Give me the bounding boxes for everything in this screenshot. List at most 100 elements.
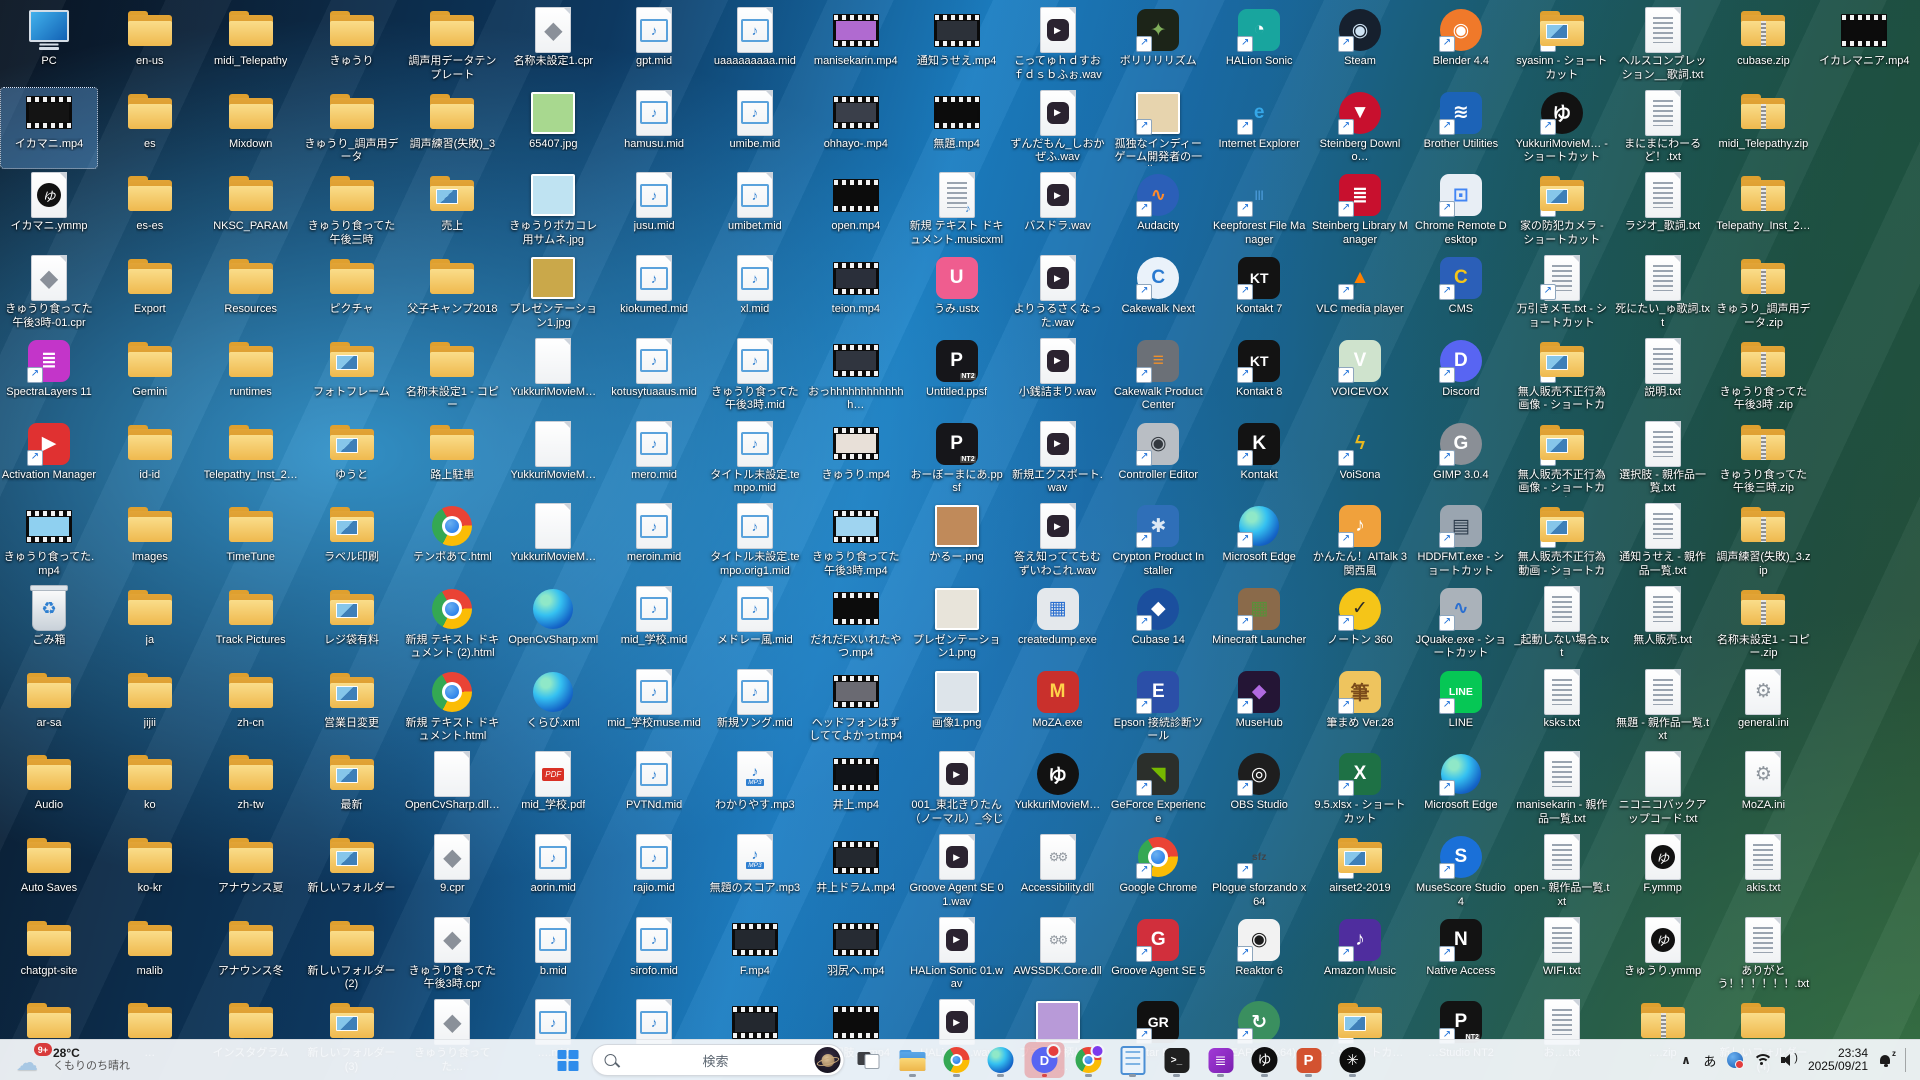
desktop-icon[interactable]: C↗CMS xyxy=(1413,253,1509,333)
powerpoint-button[interactable]: P xyxy=(1289,1042,1329,1078)
desktop-icon[interactable]: es-es xyxy=(102,170,198,250)
desktop-icon[interactable]: だれだFXいれたやつ.mp4 xyxy=(808,584,904,664)
edge-button[interactable] xyxy=(981,1042,1021,1078)
desktop-icon[interactable]: ♪タイトル未設定.tempo.orig1.mid xyxy=(707,501,803,581)
desktop-icon[interactable]: ar-sa xyxy=(1,667,97,747)
desktop-icon[interactable]: PC xyxy=(1,5,97,85)
desktop-icon[interactable]: Resources xyxy=(203,253,299,333)
desktop-icon[interactable]: ▦↗Minecraft Launcher xyxy=(1211,584,1307,664)
desktop-icon[interactable]: ◆名称未設定1.cpr xyxy=(505,5,601,85)
ime-indicator[interactable]: あ xyxy=(1703,1051,1717,1070)
desktop-icon[interactable]: ↗家の防犯カメラ - ショートカット xyxy=(1514,170,1610,250)
desktop-icon[interactable]: G↗GIMP 3.0.4 xyxy=(1413,419,1509,499)
desktop-icon[interactable]: きゅうり食ってた.mp4 xyxy=(1,501,97,581)
desktop-icon[interactable]: ◉↗Steam xyxy=(1312,5,1408,85)
desktop-icon[interactable]: ⚙general.ini xyxy=(1715,667,1811,747)
desktop-icon[interactable]: ◥↗GeForce Experience xyxy=(1110,749,1206,829)
desktop-icon[interactable]: Mixdown xyxy=(203,88,299,168)
desktop-icon[interactable]: ♪aorin.mid xyxy=(505,832,601,912)
desktop-icon[interactable]: 筆↗筆まめ Ver.28 xyxy=(1312,667,1408,747)
desktop-icon[interactable]: G↗Groove Agent SE 5 xyxy=(1110,915,1206,995)
desktop-icon[interactable]: ◆9.cpr xyxy=(404,832,500,912)
desktop-icon[interactable]: ▶こってゅｈｄすおｆｄｓｂふぉ.wav xyxy=(1010,5,1106,85)
desktop-icon[interactable]: ♪きゅうり食ってた午後3時.mid xyxy=(707,336,803,416)
desktop-icon[interactable]: runtimes xyxy=(203,336,299,416)
desktop-icon[interactable]: open.mp4 xyxy=(808,170,904,250)
desktop-icon[interactable]: 路上駐車 xyxy=(404,419,500,499)
desktop-icon[interactable]: Telepathy_Inst_2… xyxy=(203,419,299,499)
desktop-icon[interactable]: ゆF.ymmp xyxy=(1615,832,1711,912)
desktop-icon[interactable]: ◔↗HALion Sonic xyxy=(1211,5,1307,85)
desktop-icon[interactable]: きゅうり_調声用データ.zip xyxy=(1715,253,1811,333)
desktop-icon[interactable]: ♪meroin.mid xyxy=(606,501,702,581)
desktop-icon[interactable]: 井上.mp4 xyxy=(808,749,904,829)
desktop-icon[interactable]: Auto Saves xyxy=(1,832,97,912)
desktop-icon[interactable]: Uうみ.ustx xyxy=(909,253,1005,333)
desktop-icon[interactable]: 父子キャンプ2018 xyxy=(404,253,500,333)
desktop-icon[interactable]: ↗Google Chrome xyxy=(1110,832,1206,912)
desktop-icon[interactable]: 新規 テキスト ドキュメント.html xyxy=(404,667,500,747)
desktop-icon[interactable]: jijii xyxy=(102,667,198,747)
desktop-icon[interactable]: K↗Kontakt xyxy=(1211,419,1307,499)
desktop-icon[interactable]: ♪gpt.mid xyxy=(606,5,702,85)
desktop-icon[interactable]: midi_Telepathy.zip xyxy=(1715,88,1811,168)
desktop-icon[interactable]: ✦↗ポリリリリズム xyxy=(1110,5,1206,85)
desktop-icon[interactable]: ▶001_東北きりたん（ノーマル）_今じゃ… xyxy=(909,749,1005,829)
desktop-icon[interactable]: ゆうと xyxy=(304,419,400,499)
desktop-icon[interactable]: ラジオ_歌詞.txt xyxy=(1615,170,1711,250)
desktop-icon[interactable]: ♪rajio.mid xyxy=(606,832,702,912)
desktop-icon[interactable]: 売上 xyxy=(404,170,500,250)
desktop-icon[interactable]: 調声練習(失敗)_3 xyxy=(404,88,500,168)
desktop-icon[interactable]: OpenCvSharp.xml xyxy=(505,584,601,664)
desktop-icon[interactable]: PNT2Untitled.ppsf xyxy=(909,336,1005,416)
desktop-icon[interactable]: ▶HALion Sonic 01.wav xyxy=(909,915,1005,995)
desktop-icon[interactable]: D↗Discord xyxy=(1413,336,1509,416)
desktop-icon[interactable]: 羽尻へ.mp4 xyxy=(808,915,904,995)
desktop-icon[interactable]: 名称未設定1 - コピー.zip xyxy=(1715,584,1811,664)
desktop-icon[interactable]: ∿↗JQuake.exe - ショートカット xyxy=(1413,584,1509,664)
discord-button[interactable]: D xyxy=(1025,1042,1065,1078)
desktop-icon[interactable]: ニコニコバックアップコード.txt xyxy=(1615,749,1711,829)
desktop-icon[interactable]: ♪kotusytuaaus.mid xyxy=(606,336,702,416)
desktop-icon[interactable]: ヘルスコンプレッション__歌詞.txt xyxy=(1615,5,1711,85)
chatgpt-button[interactable]: ✳ xyxy=(1333,1042,1373,1078)
desktop-icon[interactable]: ◆きゅうり食ってた午後3時-01.cpr xyxy=(1,253,97,333)
desktop-icon[interactable]: 無題 - 親作品一覧.txt xyxy=(1615,667,1711,747)
desktop-icon[interactable]: きゅうり食ってた午後3時.mp4 xyxy=(808,501,904,581)
desktop-icon[interactable]: NKSC_PARAM xyxy=(203,170,299,250)
notification-bell-icon[interactable]: z xyxy=(1878,1053,1893,1068)
desktop-icon[interactable]: ≣↗SpectraLayers 11 xyxy=(1,336,97,416)
desktop-icon[interactable]: ◉↗Blender 4.4 xyxy=(1413,5,1509,85)
desktop-icon[interactable]: ϟ↗VoiSona xyxy=(1312,419,1408,499)
desktop-icon[interactable]: ゆYukkuriMovieM… xyxy=(1010,749,1106,829)
desktop-icon[interactable]: ↗孤独なインディーゲーム開発者の一生 … xyxy=(1110,88,1206,168)
desktop-icon[interactable]: PDFmid_学校.pdf xyxy=(505,749,601,829)
desktop-icon[interactable]: cubase.zip xyxy=(1715,5,1811,85)
desktop-icon[interactable]: N↗Native Access xyxy=(1413,915,1509,995)
desktop-icon[interactable]: X↗9.5.xlsx - ショートカット xyxy=(1312,749,1408,829)
onedrive-tray-icon[interactable] xyxy=(1727,1052,1743,1068)
desktop-icon[interactable]: 通知うせえ - 親作品一覧.txt xyxy=(1615,501,1711,581)
desktop-icon[interactable]: ♪新規ソング.mid xyxy=(707,667,803,747)
desktop-icon[interactable]: まにまにわーるど！.txt xyxy=(1615,88,1711,168)
desktop-icon[interactable]: ◉↗Reaktor 6 xyxy=(1211,915,1307,995)
desktop-icon[interactable]: PNT2おーぼーまにあ.ppsf xyxy=(909,419,1005,499)
desktop-icon[interactable]: ↗無人販売不正行為動画 - ショートカット xyxy=(1514,501,1610,581)
desktop-icon[interactable]: OpenCvSharp.dll… xyxy=(404,749,500,829)
desktop-icon[interactable]: ↗万引きメモ.txt - ショートカット xyxy=(1514,253,1610,333)
desktop-icon[interactable]: Audio xyxy=(1,749,97,829)
desktop-icon[interactable]: ↗Microsoft Edge xyxy=(1211,501,1307,581)
desktop-icon[interactable]: manisekarin - 親作品一覧.txt xyxy=(1514,749,1610,829)
desktop-icon[interactable]: _起動しない場合.txt xyxy=(1514,584,1610,664)
desktop-icon[interactable]: きゅうり_調声用データ xyxy=(304,88,400,168)
desktop-icon[interactable]: ▲↗VLC media player xyxy=(1312,253,1408,333)
desktop-icon[interactable]: 無人販売.txt xyxy=(1615,584,1711,664)
desktop-icon[interactable]: ♪sirofo.mid xyxy=(606,915,702,995)
desktop-icon[interactable]: es xyxy=(102,88,198,168)
notepad-button[interactable] xyxy=(1113,1042,1153,1078)
desktop-icon[interactable]: ⚙⚙AWSSDK.Core.dll xyxy=(1010,915,1106,995)
desktop-icon[interactable]: ko xyxy=(102,749,198,829)
desktop-icon[interactable]: ゆきゅうり.ymmp xyxy=(1615,915,1711,995)
desktop-icon[interactable]: manisekarin.mp4 xyxy=(808,5,904,85)
desktop-icon[interactable]: KT↗Kontakt 8 xyxy=(1211,336,1307,416)
